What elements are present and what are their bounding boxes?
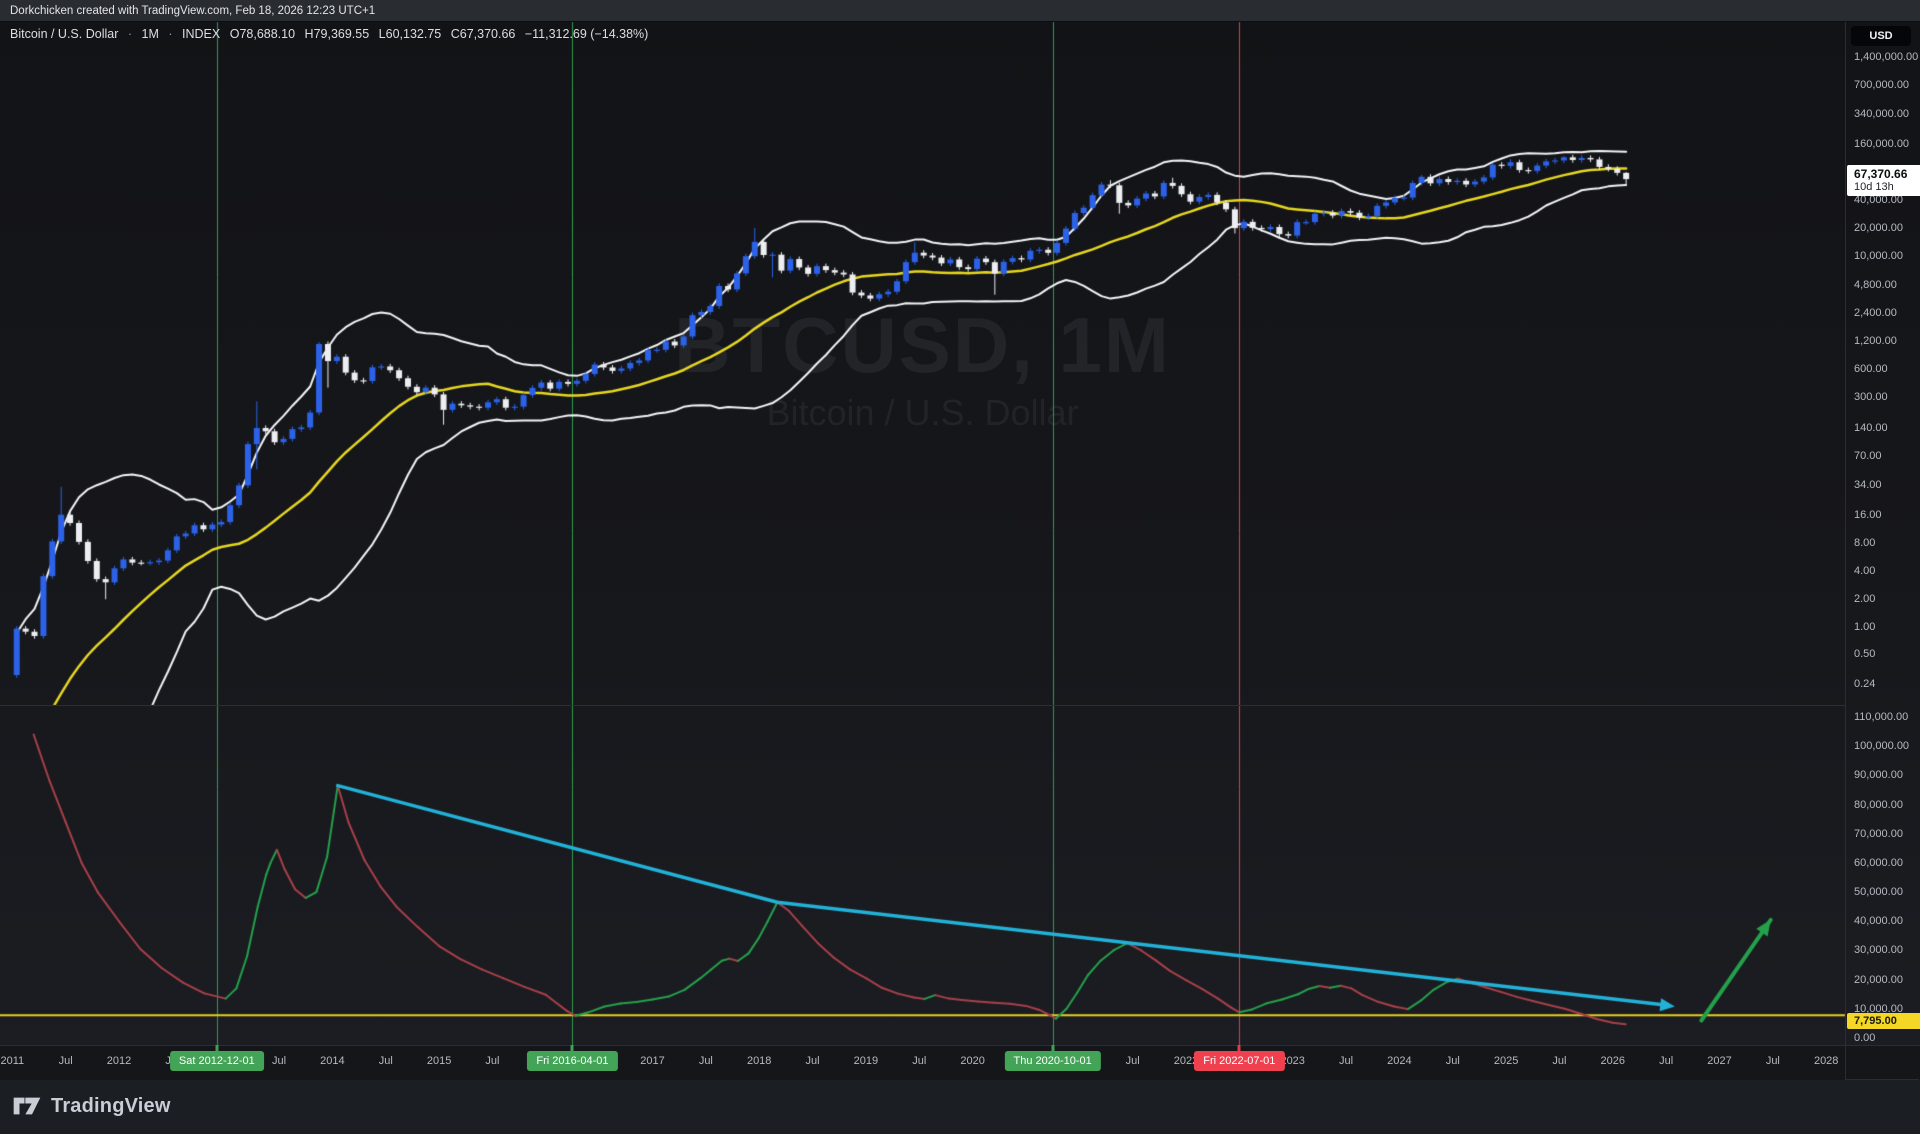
- time-axis-label: 2024: [1387, 1055, 1411, 1067]
- time-axis-label: 2017: [640, 1055, 664, 1067]
- time-axis-label: Jul: [1126, 1055, 1140, 1067]
- legend-close: C67,370.66: [451, 27, 516, 41]
- time-axis-label: Jul: [59, 1055, 73, 1067]
- time-axis-label: 2026: [1601, 1055, 1625, 1067]
- currency-toggle-button[interactable]: USD: [1851, 26, 1911, 46]
- price-axis-label: 34.00: [1854, 478, 1882, 492]
- last-price-value: 67,370.66: [1854, 167, 1920, 181]
- time-axis-label: 2019: [854, 1055, 878, 1067]
- bar-countdown: 10d 13h: [1854, 181, 1920, 194]
- event-line-tick: [571, 1045, 574, 1051]
- time-axis-label: Jul: [1552, 1055, 1566, 1067]
- price-axis-label: 1,400,000.00: [1854, 50, 1918, 64]
- legend-high: H79,369.55: [305, 27, 370, 41]
- event-line-tick: [1238, 1045, 1241, 1051]
- price-axis-label: 1.00: [1854, 620, 1875, 634]
- time-axis-label: 2027: [1707, 1055, 1731, 1067]
- time-axis-label: Jul: [1659, 1055, 1673, 1067]
- price-axis-label: 16.00: [1854, 508, 1882, 522]
- price-axis-label: 700,000.00: [1854, 78, 1909, 92]
- attribution-text: Dorkchicken created with TradingView.com…: [10, 5, 375, 17]
- price-axis-label: 20,000.00: [1854, 221, 1903, 235]
- price-axis-label: 8.00: [1854, 536, 1875, 550]
- event-date-pill: Thu 2020-10-01: [1004, 1051, 1100, 1071]
- time-axis-label: 2012: [107, 1055, 131, 1067]
- time-axis-label: 2014: [320, 1055, 344, 1067]
- baseline-price-label: 7,795.00: [1847, 1013, 1920, 1029]
- time-axis-label: Jul: [912, 1055, 926, 1067]
- attribution-bar: Dorkchicken created with TradingView.com…: [0, 0, 1920, 22]
- price-axis-label: 0.24: [1854, 677, 1875, 691]
- time-axis-label: Jul: [699, 1055, 713, 1067]
- time-axis-label: Jul: [272, 1055, 286, 1067]
- time-axis-label: Jul: [806, 1055, 820, 1067]
- price-axis-label: 4,800.00: [1854, 278, 1897, 292]
- time-axis-label: 2025: [1494, 1055, 1518, 1067]
- event-date-pill: Fri 2016-04-01: [527, 1051, 617, 1071]
- legend-open: O78,688.10: [230, 27, 295, 41]
- price-axis-label: 340,000.00: [1854, 107, 1909, 121]
- event-date-pill: Fri 2022-07-01: [1194, 1051, 1284, 1071]
- event-line-tick: [1051, 1045, 1054, 1051]
- price-axis-label: 600.00: [1854, 362, 1888, 376]
- event-line-tick: [215, 1045, 218, 1051]
- price-axis-label: 160,000.00: [1854, 137, 1909, 151]
- chart-canvas[interactable]: [0, 0, 1920, 1134]
- tradingview-chart-window: Dorkchicken created with TradingView.com…: [0, 0, 1920, 1134]
- price-axis-label: 110,000.00: [1854, 710, 1908, 724]
- tradingview-logo-icon: [12, 1094, 42, 1118]
- price-axis-label: 2,400.00: [1854, 306, 1897, 320]
- time-axis-label: Jul: [379, 1055, 393, 1067]
- price-axis-label: 70,000.00: [1854, 827, 1903, 841]
- time-axis-label: Jul: [485, 1055, 499, 1067]
- price-axis-label: 50,000.00: [1854, 885, 1903, 899]
- legend-interval: 1M: [142, 27, 159, 41]
- legend-market: INDEX: [182, 27, 220, 41]
- price-axis-label: 0.50: [1854, 647, 1875, 661]
- time-axis-label: Jul: [1339, 1055, 1353, 1067]
- time-axis[interactable]: 2011 Jul 2012 Jul Jul 2014 Jul 2015 Jul 2017 Jul 20…: [0, 1045, 1920, 1081]
- price-axis-label: 1,200.00: [1854, 334, 1897, 348]
- price-axis-label: 20,000.00: [1854, 973, 1903, 987]
- price-axis-label: 2.00: [1854, 592, 1875, 606]
- price-axis-label: 70.00: [1854, 449, 1882, 463]
- time-axis-label: Jul: [1446, 1055, 1460, 1067]
- price-axis-label: 140.00: [1854, 421, 1888, 435]
- tradingview-logo-text: TradingView: [51, 1095, 171, 1118]
- pane-divider[interactable]: [0, 705, 1845, 706]
- price-axis[interactable]: USD 1,400,000.00 700,000.00 340,000.00 160,…: [1845, 22, 1920, 1080]
- symbol-legend: Bitcoin / U.S. Dollar · 1M · INDEX O78,6…: [10, 27, 654, 41]
- price-axis-label: 60,000.00: [1854, 856, 1903, 870]
- price-axis-label: 30,000.00: [1854, 943, 1903, 957]
- time-axis-label: 2020: [960, 1055, 984, 1067]
- price-axis-label: 10,000.00: [1854, 249, 1903, 263]
- price-axis-label: 300.00: [1854, 390, 1888, 404]
- time-axis-label: Jul: [1766, 1055, 1780, 1067]
- price-axis-label: 40,000.00: [1854, 914, 1903, 928]
- legend-separator: ·: [128, 27, 132, 41]
- time-axis-label: 2028: [1814, 1055, 1838, 1067]
- price-axis-label: 90,000.00: [1854, 768, 1903, 782]
- time-axis-label: 2018: [747, 1055, 771, 1067]
- price-axis-label: 100,000.00: [1854, 739, 1909, 753]
- legend-separator2: ·: [168, 27, 172, 41]
- legend-low: L60,132.75: [379, 27, 442, 41]
- price-axis-label: 80,000.00: [1854, 798, 1903, 812]
- time-axis-label: 2015: [427, 1055, 451, 1067]
- price-axis-label: 0.00: [1854, 1031, 1875, 1045]
- time-axis-label: 2011: [0, 1055, 24, 1067]
- tradingview-logo[interactable]: TradingView: [12, 1094, 171, 1118]
- event-date-pill: Sat 2012-12-01: [170, 1051, 264, 1071]
- price-axis-label: 4.00: [1854, 564, 1875, 578]
- footer-bar: TradingView: [0, 1080, 1920, 1134]
- legend-change: −11,312.69 (−14.38%): [525, 27, 648, 41]
- legend-symbol: Bitcoin / U.S. Dollar: [10, 27, 118, 41]
- last-price-label: 67,370.66 10d 13h: [1847, 165, 1920, 196]
